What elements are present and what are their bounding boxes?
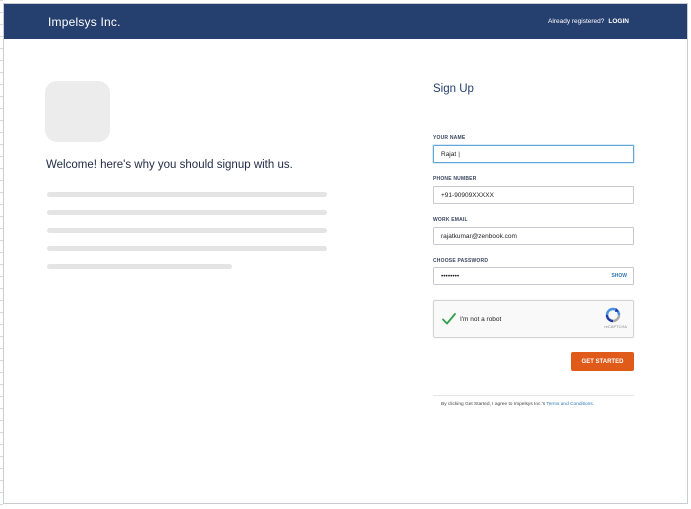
login-prompt: Already registered? LOGIN <box>548 18 629 25</box>
signup-page: Impelsys Inc. Already registered? LOGIN … <box>3 3 688 504</box>
skeleton-line <box>47 246 327 251</box>
logo-placeholder <box>45 81 110 142</box>
email-value: rajatkumar@zenbook.com <box>441 232 517 240</box>
email-input[interactable]: rajatkumar@zenbook.com <box>433 227 634 245</box>
password-input[interactable]: •••••••• SHOW <box>433 267 634 285</box>
name-input[interactable]: Rajat | <box>433 145 634 163</box>
skeleton-line <box>47 264 232 269</box>
captcha-label: I'm not a robot <box>460 316 502 323</box>
terms-divider <box>433 395 634 396</box>
skeleton-line <box>47 192 327 197</box>
already-registered-text: Already registered? <box>548 18 605 25</box>
brand-name: Impelsys Inc. <box>48 14 121 29</box>
text-caret: | <box>458 150 460 158</box>
recaptcha-logo-icon <box>605 307 621 323</box>
signup-title: Sign Up <box>433 83 474 95</box>
phone-value: +91-90909XXXXX <box>441 191 494 199</box>
welcome-heading: Welcome! here's why you should signup wi… <box>46 159 293 171</box>
top-header: Impelsys Inc. Already registered? LOGIN <box>4 4 687 39</box>
recaptcha-widget: I'm not a robot reCAPTCHA <box>433 300 634 338</box>
terms-link[interactable]: Terms and Conditions. <box>546 402 594 407</box>
phone-input[interactable]: +91-90909XXXXX <box>433 186 634 204</box>
password-label: CHOOSE PASSWORD <box>433 258 489 264</box>
terms-text: By clicking Get Started, I agree to Impe… <box>441 402 594 407</box>
login-link[interactable]: LOGIN <box>608 18 629 25</box>
name-label: YOUR NAME <box>433 135 466 141</box>
checkmark-icon[interactable] <box>441 311 457 327</box>
skeleton-line <box>47 210 327 215</box>
phone-label: PHONE NUMBER <box>433 176 477 182</box>
show-password-toggle[interactable]: SHOW <box>611 273 627 279</box>
password-value: •••••••• <box>441 272 460 280</box>
name-value: Rajat <box>441 150 457 158</box>
skeleton-line <box>47 228 327 233</box>
recaptcha-brand: reCAPTCHA <box>604 324 627 329</box>
terms-prefix: By clicking Get Started, I agree to Impe… <box>441 402 546 407</box>
get-started-button[interactable]: GET STARTED <box>571 352 634 371</box>
email-label: WORK EMAIL <box>433 217 468 223</box>
